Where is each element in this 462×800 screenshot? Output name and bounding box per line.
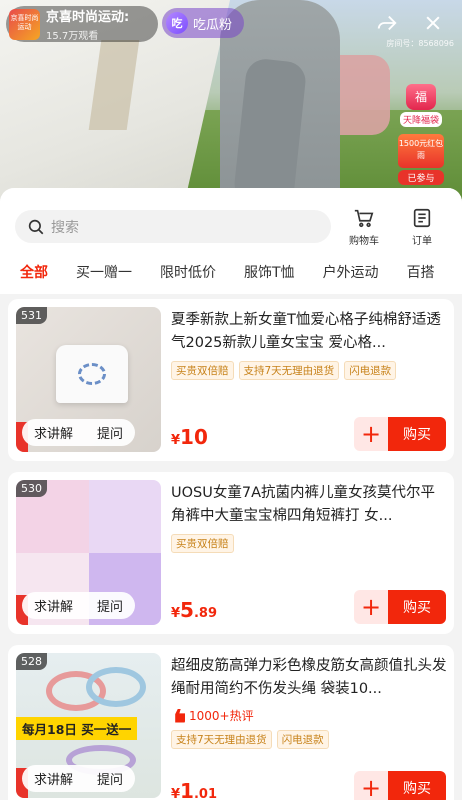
product-thumbnail[interactable]: 531 求讲解 提问 <box>16 307 161 452</box>
product-card[interactable]: 531 求讲解 提问 夏季新款上新女童T恤爱心格子纯棉舒适透气2025新款儿童女… <box>8 299 454 461</box>
hot-reviews-label: 1000+热评 <box>189 709 254 723</box>
orders-label: 订单 <box>412 235 432 247</box>
service-badge: 支持7天无理由退货 <box>171 730 272 749</box>
sheet-header: 搜索 购物车 订单 全部 买一赠一 限时低价 服饰T恤 户外运动 百搭 <box>0 188 462 294</box>
tab-limited-low-price[interactable]: 限时低价 <box>160 262 216 282</box>
lucky-bag-icon: 福 <box>406 84 436 110</box>
host-avatar[interactable]: 京喜时尚运动 <box>9 8 40 40</box>
product-card[interactable]: 每月18日 买一送一 528 求讲解 提问 超细皮筋高弹力彩色橡皮筋女高颜值扎头… <box>8 645 454 800</box>
service-badges: 买贵双倍赔 <box>171 534 447 553</box>
request-explain-button[interactable]: 求讲解 <box>22 423 85 442</box>
product-title[interactable]: UOSU女童7A抗菌内裤儿童女孩莫代尔平角裤中大童宝宝棉四角短裤打 女... <box>171 482 447 528</box>
search-input[interactable]: 搜索 <box>15 210 331 243</box>
thumb-actions: 求讲解 提问 <box>22 419 136 446</box>
cart-label: 购物车 <box>349 235 379 247</box>
red-packet-widget[interactable]: 1500元红包雨 已参与 <box>398 134 444 185</box>
product-sheet: 搜索 购物车 订单 全部 买一赠一 限时低价 服饰T恤 户外运动 百搭 531 <box>0 188 462 800</box>
room-id: 房间号：8568096 <box>386 39 454 48</box>
service-badges: 买贵双倍赔 支持7天无理由退货 闪电退款 <box>171 361 447 380</box>
price-symbol: ¥ <box>171 787 181 800</box>
product-title[interactable]: 夏季新款上新女童T恤爱心格子纯棉舒适透气2025新款儿童女宝宝 爱心格... <box>171 309 447 355</box>
search-icon <box>28 219 44 234</box>
service-badge: 闪电退款 <box>276 730 329 749</box>
search-row: 搜索 购物车 订单 <box>0 188 462 250</box>
product-thumbnail[interactable]: 每月18日 买一送一 528 求讲解 提问 <box>16 653 161 798</box>
request-explain-button[interactable]: 求讲解 <box>22 769 85 788</box>
cart-button[interactable]: 购物车 <box>339 207 389 247</box>
tab-apparel-tshirt[interactable]: 服饰T恤 <box>244 262 295 282</box>
host-info-pill[interactable]: 京喜时尚运动 京喜时尚运动: 15.7万观看 <box>6 6 158 42</box>
product-index-badge: 530 <box>16 480 47 497</box>
buy-controls: + 购买 <box>354 417 446 451</box>
service-badges: 支持7天无理由退货 闪电退款 <box>171 730 447 749</box>
price-symbol: ¥ <box>171 606 181 621</box>
red-packet-label: 已参与 <box>398 170 444 185</box>
host-name: 京喜时尚运动: <box>46 10 130 25</box>
join-fans-button[interactable]: 吃 吃瓜粉 <box>162 8 245 38</box>
ask-question-button[interactable]: 提问 <box>85 596 135 615</box>
thumb-actions: 求讲解 提问 <box>22 765 136 792</box>
tab-all[interactable]: 全部 <box>20 262 48 282</box>
add-to-cart-button[interactable]: + <box>354 590 388 624</box>
fan-badge-icon: 吃 <box>166 12 188 34</box>
live-video[interactable]: 京喜时尚运动 京喜时尚运动: 15.7万观看 吃 吃瓜粉 房间号：8568096… <box>0 0 462 205</box>
price-integer: 5 <box>180 598 194 622</box>
buy-button[interactable]: 购买 <box>388 417 446 451</box>
orders-button[interactable]: 订单 <box>397 207 447 247</box>
ask-question-button[interactable]: 提问 <box>85 769 135 788</box>
product-card[interactable]: 530 求讲解 提问 UOSU女童7A抗菌内裤儿童女孩莫代尔平角裤中大童宝宝棉四… <box>8 472 454 634</box>
tab-outdoor-sports[interactable]: 户外运动 <box>323 262 379 282</box>
request-explain-button[interactable]: 求讲解 <box>22 596 85 615</box>
price-decimal: .89 <box>193 606 217 621</box>
tab-versatile[interactable]: 百搭 <box>407 262 435 282</box>
buy-button[interactable]: 购买 <box>388 771 446 800</box>
price-integer: 10 <box>180 425 208 449</box>
product-info: 夏季新款上新女童T恤爱心格子纯棉舒适透气2025新款儿童女宝宝 爱心格... 买… <box>171 309 447 380</box>
product-price: ¥1.01 <box>171 779 217 800</box>
service-badge: 买贵双倍赔 <box>171 534 234 553</box>
red-packet-icon: 1500元红包雨 <box>398 134 444 168</box>
category-tabs: 全部 买一赠一 限时低价 服饰T恤 户外运动 百搭 <box>0 250 462 294</box>
thumbs-up-icon <box>171 708 185 723</box>
lucky-bag-widget[interactable]: 福 天降福袋 <box>400 84 442 127</box>
cart-icon <box>354 209 374 227</box>
price-integer: 1 <box>180 779 194 800</box>
product-index-badge: 531 <box>16 307 47 324</box>
hot-reviews: 1000+热评 <box>171 707 447 724</box>
product-info: 超细皮筋高弹力彩色橡皮筋女高颜值扎头发绳耐用简约不伤发头绳 袋装10... 10… <box>171 655 447 749</box>
orders-icon <box>413 208 431 227</box>
add-to-cart-button[interactable]: + <box>354 417 388 451</box>
product-thumbnail[interactable]: 530 求讲解 提问 <box>16 480 161 625</box>
add-to-cart-button[interactable]: + <box>354 771 388 800</box>
lucky-bag-label: 天降福袋 <box>400 112 442 127</box>
product-info: UOSU女童7A抗菌内裤儿童女孩莫代尔平角裤中大童宝宝棉四角短裤打 女... 买… <box>171 482 447 553</box>
promo-banner: 每月18日 买一送一 <box>16 717 138 740</box>
ask-question-button[interactable]: 提问 <box>85 423 135 442</box>
buy-controls: + 购买 <box>354 771 446 800</box>
product-price: ¥5.89 <box>171 598 217 622</box>
service-badge: 闪电退款 <box>344 361 397 380</box>
host-info: 京喜时尚运动: 15.7万观看 <box>46 6 129 42</box>
buy-button[interactable]: 购买 <box>388 590 446 624</box>
service-badge: 支持7天无理由退货 <box>238 361 340 380</box>
close-icon[interactable] <box>420 10 446 36</box>
tab-buy-one-get-one[interactable]: 买一赠一 <box>76 262 132 282</box>
search-placeholder: 搜索 <box>51 219 79 236</box>
thumb-actions: 求讲解 提问 <box>22 592 136 619</box>
viewer-count: 15.7万观看 <box>46 31 99 42</box>
join-fans-label: 吃瓜粉 <box>193 17 233 33</box>
product-index-badge: 528 <box>16 653 47 670</box>
product-price: ¥10 <box>171 425 208 449</box>
share-icon[interactable] <box>374 10 400 36</box>
buy-controls: + 购买 <box>354 590 446 624</box>
price-decimal: .01 <box>193 787 217 800</box>
price-symbol: ¥ <box>171 433 181 448</box>
product-title[interactable]: 超细皮筋高弹力彩色橡皮筋女高颜值扎头发绳耐用简约不伤发头绳 袋装10... <box>171 655 447 701</box>
service-badge: 买贵双倍赔 <box>171 361 234 380</box>
